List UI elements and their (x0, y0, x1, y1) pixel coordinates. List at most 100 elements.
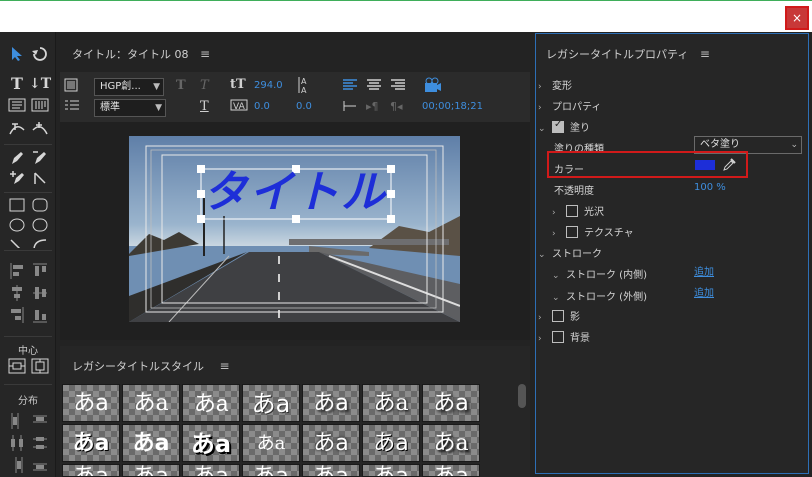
styles-scrollbar-thumb[interactable] (518, 384, 526, 408)
shadow-row[interactable]: › 影 (538, 308, 580, 323)
style-swatch[interactable]: あa (362, 384, 420, 422)
background-row[interactable]: › 背景 (538, 329, 590, 344)
close-button[interactable]: × (785, 6, 809, 30)
distribute-center-icon[interactable] (6, 432, 28, 452)
style-swatch[interactable]: あa (62, 464, 120, 477)
outer-stroke-row[interactable]: ⌄ ストローク (外側) (552, 288, 647, 303)
tracking-value[interactable]: 0.0 (296, 101, 312, 112)
center-horizontal-icon[interactable] (6, 356, 28, 376)
font-size-value[interactable]: 294.0 (254, 80, 283, 91)
style-swatch[interactable]: あa (122, 384, 180, 422)
style-swatch[interactable]: あa (422, 464, 480, 477)
style-swatch[interactable]: あa (242, 384, 300, 422)
underline-icon[interactable]: T (200, 99, 209, 115)
style-swatch[interactable]: あa (62, 424, 120, 462)
ellipse-tool-icon[interactable] (6, 216, 28, 236)
shadow-checkbox[interactable] (552, 310, 564, 322)
add-inner-stroke-link[interactable]: 追加 (694, 263, 714, 278)
wedge-tool-icon[interactable] (6, 236, 28, 248)
rectangle-tool-icon[interactable] (6, 196, 28, 216)
fill-checkbox[interactable] (552, 119, 564, 133)
align-vertical-center-icon[interactable] (29, 282, 51, 302)
clipped-rectangle-tool-icon[interactable] (29, 216, 51, 236)
add-outer-stroke-link[interactable]: 追加 (694, 284, 714, 299)
vertical-type-tool-icon[interactable]: ↓T (29, 74, 51, 94)
styles-panel-menu-icon[interactable]: ≡ (220, 359, 230, 373)
align-text-left-icon[interactable] (342, 78, 358, 97)
delete-anchor-tool-icon[interactable] (29, 148, 51, 168)
stroke-section[interactable]: ⌄ ストローク (538, 245, 602, 260)
pen-tool-icon[interactable] (6, 148, 28, 168)
fill-section[interactable]: ⌄ 塗り (538, 119, 590, 134)
align-bottom-icon[interactable] (29, 304, 51, 324)
style-swatch[interactable]: あa (362, 424, 420, 462)
style-swatch[interactable]: あa (62, 384, 120, 422)
style-swatch[interactable]: あa (122, 424, 180, 462)
bold-icon[interactable]: T (176, 78, 186, 94)
vertical-area-type-tool-icon[interactable] (29, 96, 51, 116)
align-text-right-icon[interactable] (390, 78, 406, 97)
selection-tool-icon[interactable] (6, 44, 28, 64)
tab-center-icon[interactable]: ▸¶ (366, 99, 379, 115)
center-vertical-icon[interactable] (29, 356, 51, 376)
style-swatch[interactable]: あa (422, 424, 480, 462)
sheen-row[interactable]: › 光沢 (552, 203, 604, 218)
font-family-select[interactable]: HGP創... ▼ (94, 78, 164, 96)
style-swatch[interactable]: あa (182, 424, 240, 462)
align-text-center-icon[interactable] (366, 78, 382, 97)
add-anchor-tool-icon[interactable] (6, 168, 28, 188)
opacity-value[interactable]: 100 % (694, 182, 726, 193)
texture-row[interactable]: › テクスチャ (552, 224, 634, 239)
font-style-select[interactable]: 標準 ▼ (94, 99, 166, 117)
distribute-middle-icon[interactable] (29, 432, 51, 452)
distribute-bottom-icon[interactable] (29, 454, 51, 474)
type-tool-icon[interactable]: T (6, 74, 28, 94)
convert-anchor-tool-icon[interactable] (29, 168, 51, 188)
fill-type-value: ベタ塗り (700, 139, 740, 150)
area-type-tool-icon[interactable] (6, 96, 28, 116)
style-swatch[interactable]: あa (362, 464, 420, 477)
properties-section[interactable]: › プロパティ (538, 98, 601, 113)
texture-checkbox[interactable] (566, 226, 578, 238)
align-horizontal-center-icon[interactable] (6, 282, 28, 302)
style-swatch[interactable]: あa (302, 384, 360, 422)
style-swatch[interactable]: あa (302, 424, 360, 462)
align-left-icon[interactable] (6, 260, 28, 280)
align-right-icon[interactable] (6, 304, 28, 324)
background-checkbox[interactable] (552, 331, 564, 343)
tab-stops-icon[interactable] (64, 98, 80, 117)
eyedropper-icon[interactable] (722, 157, 736, 176)
inner-stroke-row[interactable]: ⌄ ストローク (内側) (552, 266, 647, 281)
italic-icon[interactable]: T (200, 78, 209, 94)
title-text-object[interactable]: タイトル (203, 156, 387, 220)
transform-section[interactable]: › 変形 (538, 77, 572, 92)
style-swatch[interactable]: あa (302, 464, 360, 477)
title-panel-menu-icon[interactable]: ≡ (200, 47, 210, 61)
style-swatch[interactable]: あa (122, 464, 180, 477)
rotate-tool-icon[interactable] (29, 44, 51, 64)
vertical-path-type-tool-icon[interactable] (29, 118, 51, 138)
tab-left-icon[interactable] (342, 99, 358, 118)
arc-tool-icon[interactable] (29, 236, 51, 248)
style-swatch[interactable]: あa (422, 384, 480, 422)
title-canvas[interactable]: タイトル (60, 122, 530, 340)
tab-right-icon[interactable]: ¶◂ (390, 99, 403, 115)
properties-panel-menu-icon[interactable]: ≡ (700, 47, 710, 61)
shadow-label: 影 (570, 312, 580, 323)
fill-color-swatch[interactable] (695, 160, 715, 170)
timecode-value[interactable]: 00;00;18;21 (422, 101, 483, 112)
path-type-tool-icon[interactable] (6, 118, 28, 138)
style-swatch[interactable]: あa (242, 464, 300, 477)
show-background-video-icon[interactable] (424, 77, 442, 98)
distribute-left-icon[interactable] (6, 410, 28, 430)
distribute-right-icon[interactable] (6, 454, 28, 474)
kerning-value[interactable]: 0.0 (254, 101, 270, 112)
distribute-top-icon[interactable] (29, 410, 51, 430)
style-swatch[interactable]: あa (242, 424, 300, 462)
style-swatch[interactable]: あa (182, 384, 240, 422)
roll-crawl-options-icon[interactable] (64, 78, 78, 97)
align-top-icon[interactable] (29, 260, 51, 280)
sheen-checkbox[interactable] (566, 205, 578, 217)
style-swatch[interactable]: あa (182, 464, 240, 477)
rounded-rectangle-tool-icon[interactable] (29, 196, 51, 216)
